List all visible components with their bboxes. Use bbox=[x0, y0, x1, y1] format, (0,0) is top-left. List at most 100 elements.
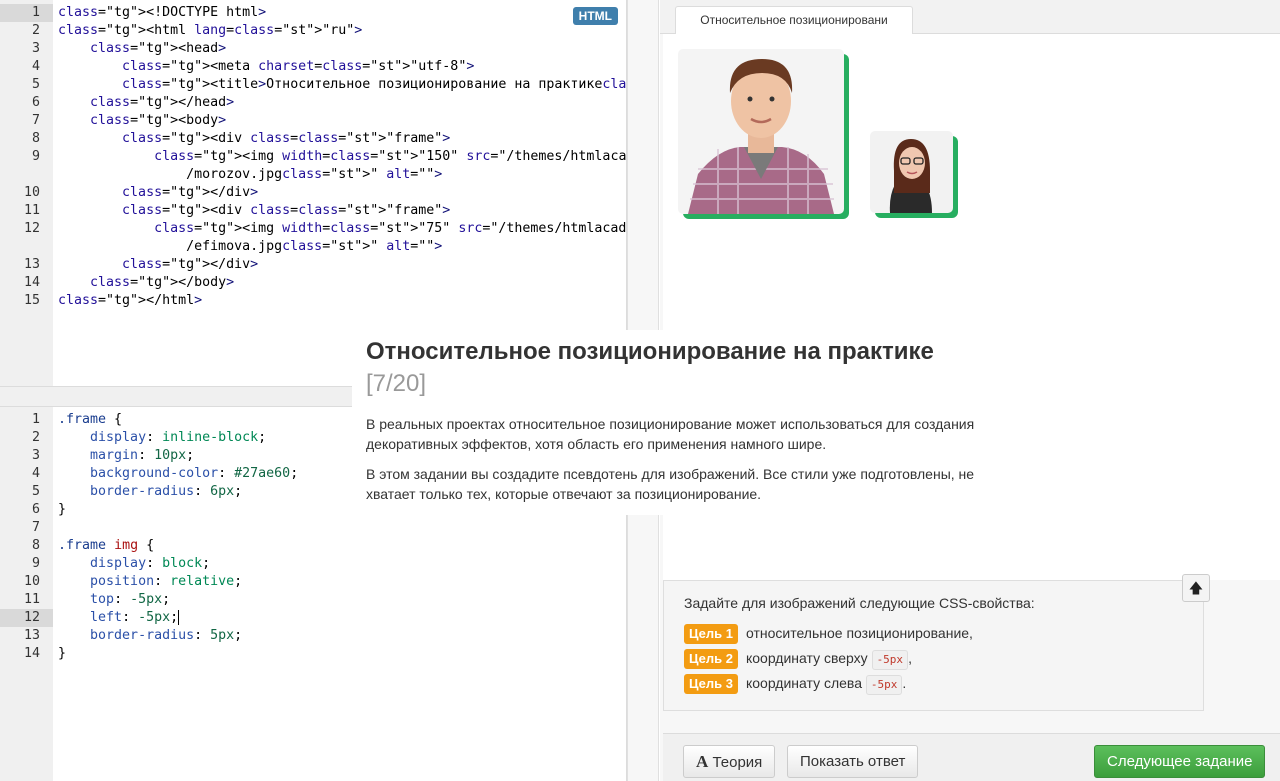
line-code[interactable]: class="tg"><title>Относительное позицион… bbox=[58, 76, 626, 94]
line-code[interactable]: background-color: #27ae60; bbox=[58, 465, 298, 483]
line-number: 2 bbox=[31, 23, 40, 38]
lesson-overlay: Относительное позиционирование на практи… bbox=[352, 330, 1011, 515]
line-code[interactable]: border-radius: 5px; bbox=[58, 627, 242, 645]
line-number: 2 bbox=[31, 430, 40, 445]
line-number: 7 bbox=[31, 113, 40, 128]
line-number: 6 bbox=[31, 502, 40, 517]
goal-suffix: . bbox=[902, 675, 907, 691]
code-line[interactable]: /efimova.jpgclass="st">" alt=""> bbox=[0, 238, 626, 256]
code-line[interactable]: /morozov.jpgclass="st">" alt=""> bbox=[0, 166, 626, 184]
goal-2: Цель 2 координату сверху -5px, bbox=[684, 647, 912, 670]
next-task-button[interactable]: Следующее задание bbox=[1094, 745, 1266, 778]
html-editor[interactable]: 1 class="tg"><!DOCTYPE html> 2 class="tg"><… bbox=[0, 0, 627, 386]
theory-button[interactable]: A Теория bbox=[683, 745, 776, 778]
code-line[interactable]: 9 display: block; bbox=[0, 555, 626, 573]
code-line[interactable]: 4 class="tg"><meta charset=class="st">"u… bbox=[0, 58, 626, 76]
theory-icon: A bbox=[696, 752, 709, 771]
line-code[interactable]: } bbox=[58, 501, 66, 519]
code-line[interactable]: 12 left: -5px; bbox=[0, 609, 626, 627]
line-code[interactable]: class="tg"></head> bbox=[58, 94, 234, 112]
line-code[interactable]: .frame img { bbox=[58, 537, 154, 555]
code-line[interactable]: 7 bbox=[0, 519, 626, 537]
code-line[interactable]: 1 class="tg"><!DOCTYPE html> bbox=[0, 4, 626, 22]
line-number: 5 bbox=[31, 484, 40, 499]
line-code[interactable]: class="tg"></html> bbox=[58, 292, 202, 310]
line-number: 12 bbox=[23, 221, 40, 236]
line-code[interactable]: class="tg"></div> bbox=[58, 184, 258, 202]
line-code[interactable]: class="tg"><div class=class="st">"frame"… bbox=[58, 130, 450, 148]
code-line[interactable]: 10 position: relative; bbox=[0, 573, 626, 591]
line-code[interactable]: class="tg"><img width=class="st">"150" s… bbox=[58, 148, 626, 166]
code-line[interactable]: 11 top: -5px; bbox=[0, 591, 626, 609]
line-code[interactable]: /efimova.jpgclass="st">" alt=""> bbox=[58, 238, 442, 256]
line-code[interactable]: /morozov.jpgclass="st">" alt=""> bbox=[58, 166, 442, 184]
goal-text: относительное позиционирование, bbox=[745, 625, 973, 641]
line-code[interactable]: } bbox=[58, 645, 66, 663]
line-code[interactable]: class="tg"><img width=class="st">"75" sr… bbox=[58, 220, 626, 238]
line-number: 4 bbox=[31, 466, 40, 481]
line-code[interactable]: class="tg"><body> bbox=[58, 112, 226, 130]
line-code[interactable]: left: -5px; bbox=[58, 609, 180, 627]
app-root: 1 class="tg"><!DOCTYPE html> 2 class="tg"><… bbox=[0, 0, 1280, 781]
line-code[interactable]: class="tg"><div class=class="st">"frame"… bbox=[58, 202, 450, 220]
line-code[interactable]: margin: 10px; bbox=[58, 447, 194, 465]
goal-badge: Цель 3 bbox=[684, 674, 738, 694]
line-number: 9 bbox=[31, 556, 40, 571]
code-line[interactable]: 13 class="tg"></div> bbox=[0, 256, 626, 274]
line-code[interactable]: display: inline-block; bbox=[58, 429, 266, 447]
code-line[interactable]: 8 class="tg"><div class=class="st">"fram… bbox=[0, 130, 626, 148]
lesson-paragraph-2-line-1: В этом задании вы создадите псевдотень д… bbox=[366, 466, 975, 482]
line-number: 11 bbox=[23, 203, 40, 218]
goal-3: Цель 3 координату слева -5px. bbox=[684, 672, 907, 695]
line-number: 1 bbox=[31, 412, 40, 427]
frame-morozov bbox=[678, 49, 849, 219]
line-number: 13 bbox=[23, 628, 40, 643]
goal-badge: Цель 1 bbox=[684, 624, 738, 644]
code-line[interactable]: 7 class="tg"><body> bbox=[0, 112, 626, 130]
line-code[interactable]: class="tg"><!DOCTYPE html> bbox=[58, 4, 266, 22]
line-number: 9 bbox=[31, 149, 40, 164]
line-code[interactable]: class="tg"><html lang=class="st">"ru"> bbox=[58, 22, 362, 40]
lesson-paragraph-1-line-1: В реальных проектах относительное позици… bbox=[366, 416, 975, 432]
show-answer-button[interactable]: Показать ответ bbox=[787, 745, 919, 778]
line-number: 1 bbox=[31, 5, 40, 20]
lesson-title: Относительное позиционирование на практи… bbox=[366, 338, 934, 365]
task-panel: Задайте для изображений следующие CSS-св… bbox=[663, 580, 1204, 711]
collapse-task-button[interactable]: 🡅 bbox=[1182, 574, 1210, 602]
code-line[interactable]: 11 class="tg"><div class=class="st">"fra… bbox=[0, 202, 626, 220]
line-code[interactable]: class="tg"></div> bbox=[58, 256, 258, 274]
line-code[interactable]: position: relative; bbox=[58, 573, 242, 591]
goal-text: координату слева bbox=[745, 675, 862, 691]
line-code[interactable]: class="tg"></body> bbox=[58, 274, 234, 292]
code-line[interactable]: 13 border-radius: 5px; bbox=[0, 627, 626, 645]
line-code[interactable]: display: block; bbox=[58, 555, 210, 573]
code-line[interactable]: 15 class="tg"></html> bbox=[0, 292, 626, 310]
line-number: 3 bbox=[31, 41, 40, 56]
goal-text: координату сверху bbox=[745, 650, 868, 666]
line-code[interactable]: class="tg"><meta charset=class="st">"utf… bbox=[58, 58, 474, 76]
code-line[interactable]: 2 class="tg"><html lang=class="st">"ru"> bbox=[0, 22, 626, 40]
preview-tab[interactable]: Относительное позиционировани bbox=[675, 6, 913, 35]
code-line[interactable]: 12 class="tg"><img width=class="st">"75"… bbox=[0, 220, 626, 238]
line-code[interactable]: border-radius: 6px; bbox=[58, 483, 242, 501]
code-line[interactable]: 3 class="tg"><head> bbox=[0, 40, 626, 58]
code-line[interactable]: 6 class="tg"></head> bbox=[0, 94, 626, 112]
line-code[interactable]: top: -5px; bbox=[58, 591, 170, 609]
line-number: 14 bbox=[23, 275, 40, 290]
line-number: 4 bbox=[31, 59, 40, 74]
photo-morozov bbox=[678, 49, 844, 214]
goal-code: -5px bbox=[871, 650, 909, 670]
line-code[interactable]: .frame { bbox=[58, 411, 122, 429]
line-number: 10 bbox=[23, 185, 40, 200]
code-line[interactable]: 14 class="tg"></body> bbox=[0, 274, 626, 292]
code-line[interactable]: 8 .frame img { bbox=[0, 537, 626, 555]
line-number: 8 bbox=[31, 538, 40, 553]
code-line[interactable]: 5 class="tg"><title>Относительное позици… bbox=[0, 76, 626, 94]
line-code[interactable]: class="tg"><head> bbox=[58, 40, 226, 58]
line-number: 14 bbox=[23, 646, 40, 661]
photo-efimova bbox=[870, 131, 953, 213]
code-line[interactable]: 9 class="tg"><img width=class="st">"150"… bbox=[0, 148, 626, 166]
footer-bar: A Теория Показать ответ Следующее задани… bbox=[663, 733, 1280, 781]
code-line[interactable]: 14} bbox=[0, 645, 626, 663]
code-line[interactable]: 10 class="tg"></div> bbox=[0, 184, 626, 202]
